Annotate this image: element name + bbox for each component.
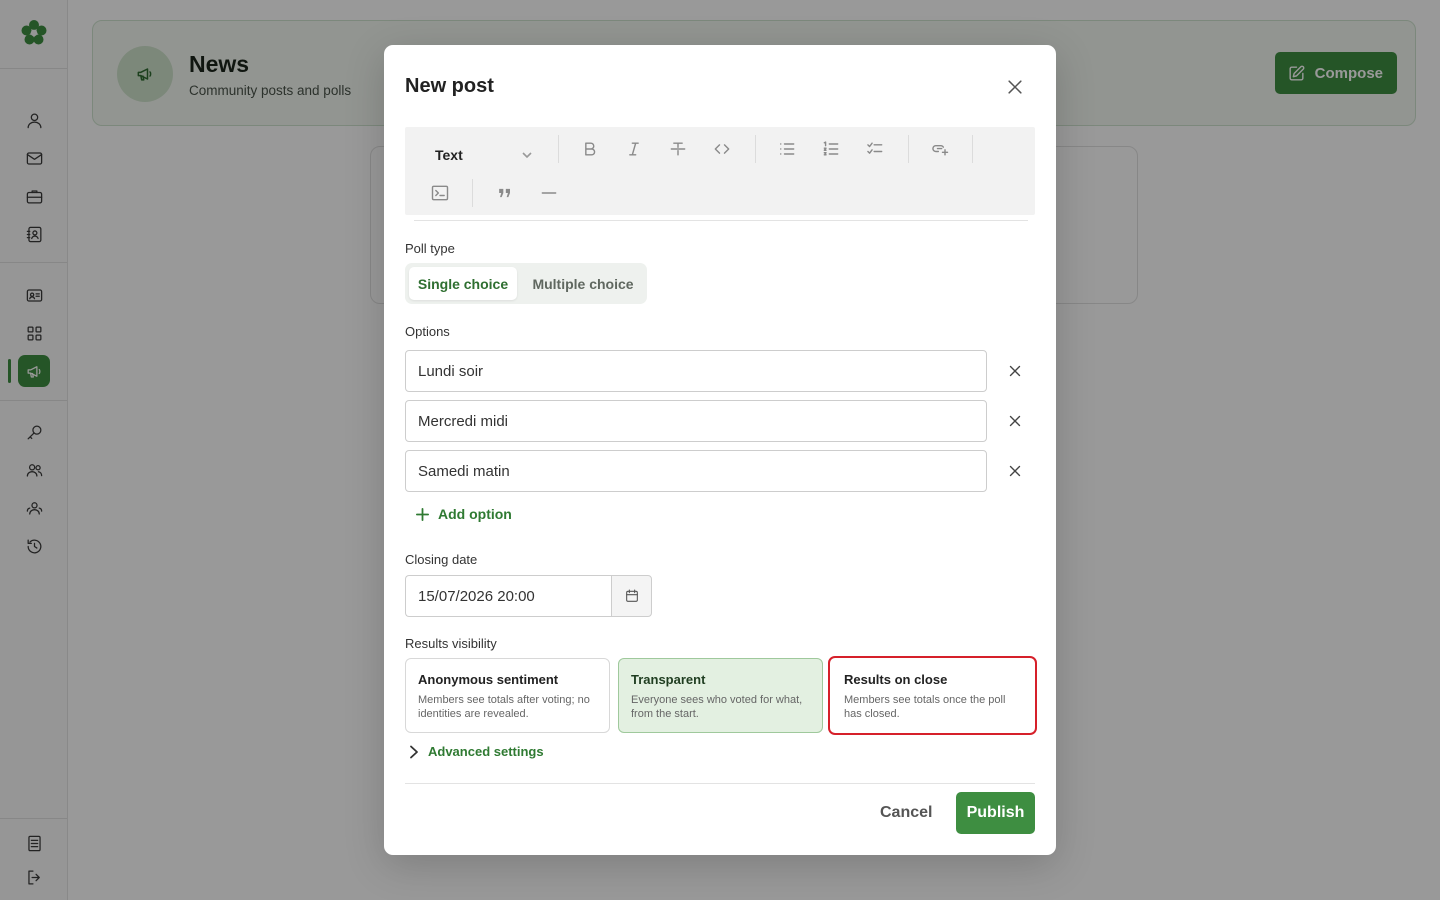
- italic-icon: [629, 142, 639, 156]
- link-button[interactable]: [926, 135, 954, 163]
- publish-button[interactable]: Publish: [956, 792, 1035, 834]
- remove-option-button[interactable]: [1002, 458, 1028, 484]
- poll-type-label: Poll type: [405, 241, 455, 256]
- bold-icon: [585, 142, 596, 156]
- horizontal-rule-button[interactable]: [535, 179, 563, 207]
- single-choice-option[interactable]: Single choice: [409, 267, 517, 300]
- visibility-card-description: Members see totals after voting; no iden…: [418, 694, 590, 720]
- horizontal-rule-icon: [541, 192, 557, 194]
- bullet-list-icon: [780, 143, 795, 155]
- close-icon: [1009, 415, 1021, 427]
- text-style-select[interactable]: Text: [435, 141, 533, 169]
- results-visibility-label: Results visibility: [405, 636, 497, 651]
- code-button[interactable]: [708, 135, 736, 163]
- close-icon: [1008, 80, 1022, 94]
- strikethrough-button[interactable]: [664, 135, 692, 163]
- quote-icon: [499, 188, 510, 198]
- visibility-card-title: Transparent: [631, 672, 706, 687]
- multiple-choice-option[interactable]: Multiple choice: [523, 267, 643, 300]
- blockquote-button[interactable]: [491, 179, 519, 207]
- editor-toolbar: Text: [405, 127, 1035, 215]
- strikethrough-icon: [670, 142, 686, 156]
- text-style-value: Text: [435, 147, 463, 163]
- bullet-list-button[interactable]: [773, 135, 801, 163]
- link-icon: [932, 144, 949, 156]
- option-input-1[interactable]: [405, 350, 987, 392]
- dialog-title: New post: [405, 75, 494, 97]
- visibility-card-title: Anonymous sentiment: [418, 672, 559, 687]
- code-icon: [714, 144, 730, 154]
- add-option-button[interactable]: Add option: [415, 506, 512, 522]
- new-post-dialog: New post Text Poll type Single choice Mu…: [384, 45, 1056, 855]
- task-list-icon: [867, 142, 883, 154]
- remove-option-button[interactable]: [1002, 358, 1028, 384]
- editor-content-border: [414, 220, 1028, 221]
- poll-type-toggle: Single choice Multiple choice: [405, 263, 647, 304]
- option-input-2[interactable]: [405, 400, 987, 442]
- footer-divider: [405, 783, 1035, 784]
- option-input-3[interactable]: [405, 450, 987, 492]
- visibility-card-transparent[interactable]: Transparent Everyone sees who voted for …: [618, 658, 823, 733]
- code-block-button[interactable]: [426, 179, 454, 207]
- visibility-card-description: Members see totals once the poll has clo…: [844, 694, 1006, 720]
- advanced-settings-label: Advanced settings: [428, 744, 544, 759]
- task-list-button[interactable]: [861, 135, 889, 163]
- calendar-icon: [625, 589, 638, 602]
- options-label: Options: [405, 324, 450, 339]
- add-option-label: Add option: [438, 506, 512, 522]
- terminal-icon: [431, 185, 449, 201]
- chevron-right-icon: [410, 745, 418, 758]
- advanced-settings-toggle[interactable]: Advanced settings: [408, 744, 544, 759]
- closing-date-input[interactable]: [405, 575, 612, 617]
- visibility-card-anonymous[interactable]: Anonymous sentiment Members see totals a…: [405, 658, 610, 733]
- close-button[interactable]: [1002, 74, 1028, 100]
- closing-date-label: Closing date: [405, 552, 478, 567]
- close-icon: [1009, 365, 1021, 377]
- date-picker-button[interactable]: [611, 575, 652, 617]
- cancel-button[interactable]: Cancel: [880, 801, 932, 825]
- plus-icon: [415, 507, 430, 521]
- remove-option-button[interactable]: [1002, 408, 1028, 434]
- bold-button[interactable]: [576, 135, 604, 163]
- italic-button[interactable]: [620, 135, 648, 163]
- close-icon: [1009, 465, 1021, 477]
- visibility-card-description: Everyone sees who voted for what, from t…: [631, 694, 803, 720]
- visibility-card-title: Results on close: [844, 672, 948, 687]
- visibility-card-results-on-close[interactable]: Results on close Members see totals once…: [828, 656, 1037, 735]
- numbered-list-icon: [823, 141, 839, 156]
- chevron-down-icon: [522, 152, 532, 159]
- numbered-list-button[interactable]: [817, 135, 845, 163]
